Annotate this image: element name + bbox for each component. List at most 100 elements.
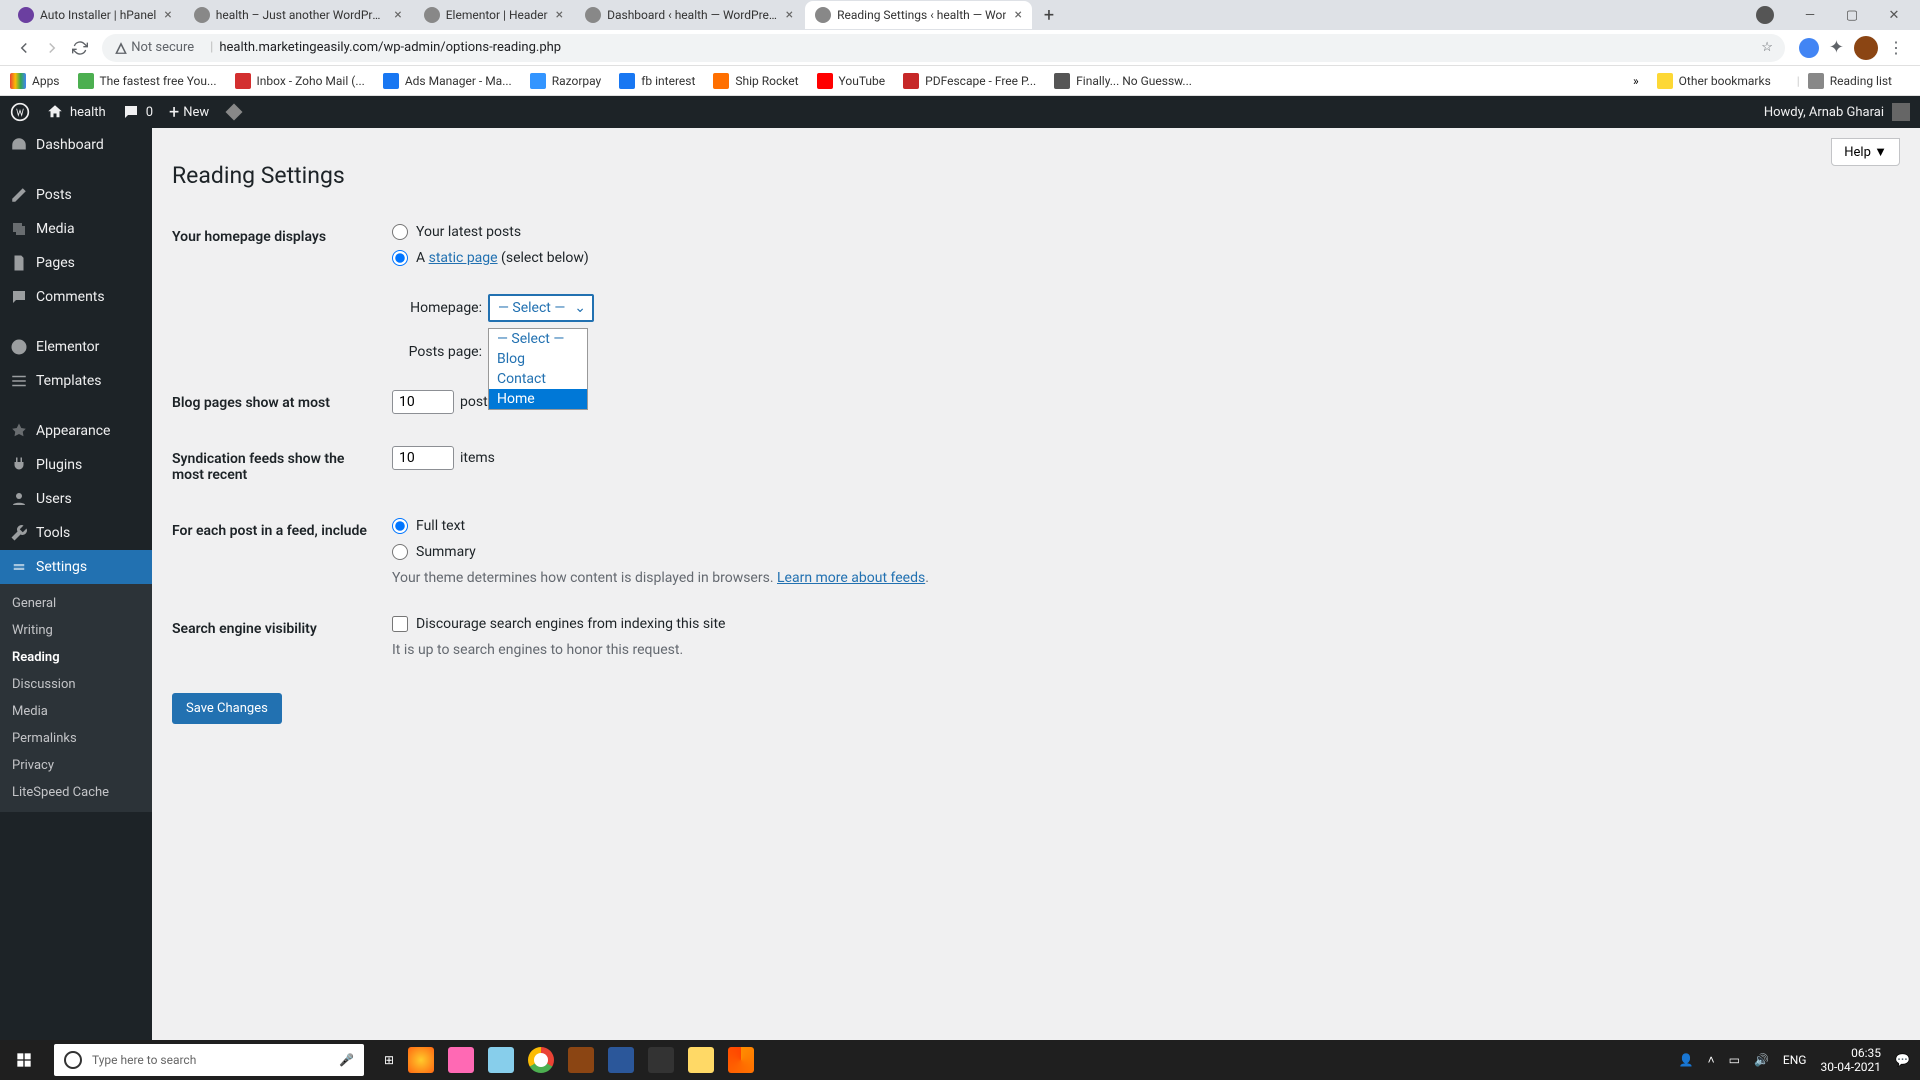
tab-hpanel[interactable]: Auto Installer | hPanel× [8, 1, 182, 29]
radio-static-page[interactable] [392, 250, 408, 266]
menu-templates[interactable]: Templates [0, 364, 152, 398]
extensions-button[interactable]: ✦ [1829, 37, 1844, 58]
syndication-input[interactable] [392, 446, 454, 470]
menu-appearance[interactable]: Appearance [0, 414, 152, 448]
bookmark-item[interactable]: Ship Rocket [713, 73, 798, 89]
close-icon[interactable]: × [394, 7, 401, 23]
app-icon[interactable] [568, 1047, 594, 1073]
submenu-reading[interactable]: Reading [0, 644, 152, 671]
back-button[interactable] [10, 34, 38, 62]
submenu-permalinks[interactable]: Permalinks [0, 725, 152, 752]
mic-icon[interactable]: 🎤 [339, 1053, 354, 1067]
menu-media[interactable]: Media [0, 212, 152, 246]
howdy-user[interactable]: Howdy, Arnab Gharai [1764, 105, 1884, 120]
forward-button[interactable] [38, 34, 66, 62]
tab-health-site[interactable]: health – Just another WordPress× [184, 1, 412, 29]
tab-elementor[interactable]: Elementor | Header× [414, 1, 573, 29]
option-blog[interactable]: Blog [489, 349, 587, 369]
discourage-checkbox[interactable] [392, 616, 408, 632]
bookmark-item[interactable]: fb interest [619, 73, 695, 89]
profile-avatar[interactable] [1854, 36, 1878, 60]
menu-users[interactable]: Users [0, 482, 152, 516]
option-select[interactable]: — Select — [489, 329, 587, 349]
people-icon[interactable]: 👤 [1679, 1053, 1694, 1067]
bookmark-item[interactable]: PDFescape - Free P... [903, 73, 1036, 89]
address-bar[interactable]: Not secure | health.marketingeasily.com/… [102, 34, 1785, 62]
notifications-icon[interactable]: 💬 [1895, 1053, 1910, 1067]
task-view-icon[interactable]: ⊞ [384, 1053, 394, 1067]
menu-tools[interactable]: Tools [0, 516, 152, 550]
bookmark-item[interactable]: Razorpay [530, 73, 602, 89]
reload-button[interactable] [66, 34, 94, 62]
explorer-icon[interactable] [688, 1047, 714, 1073]
static-page-link[interactable]: static page [429, 250, 498, 266]
site-name-link[interactable]: health [46, 103, 106, 121]
app-icon[interactable] [488, 1047, 514, 1073]
submenu-litespeed[interactable]: LiteSpeed Cache [0, 779, 152, 806]
submenu-media[interactable]: Media [0, 698, 152, 725]
bookmark-item[interactable]: The fastest free You... [78, 73, 217, 89]
kebab-menu-icon[interactable]: ⋮ [1888, 38, 1904, 57]
comments-link[interactable]: 0 [122, 103, 153, 121]
app-icon[interactable] [448, 1047, 474, 1073]
menu-posts[interactable]: Posts [0, 178, 152, 212]
option-home[interactable]: Home [489, 389, 587, 409]
firefox-icon[interactable] [408, 1047, 434, 1073]
menu-elementor[interactable]: Elementor [0, 330, 152, 364]
chrome-icon[interactable] [528, 1047, 554, 1073]
bookmark-item[interactable]: Ads Manager - Ma... [383, 73, 512, 89]
close-icon[interactable]: × [556, 7, 563, 23]
bookmark-item[interactable]: YouTube [817, 73, 886, 89]
other-bookmarks[interactable]: Other bookmarks [1657, 73, 1771, 89]
tab-dashboard[interactable]: Dashboard ‹ health — WordPress× [575, 1, 803, 29]
close-icon[interactable]: × [1014, 7, 1021, 23]
star-icon[interactable]: ☆ [1761, 40, 1773, 55]
close-window-button[interactable]: ✕ [1876, 0, 1912, 30]
speaker-icon[interactable]: 🔊 [1754, 1053, 1769, 1067]
battery-icon[interactable]: ▭ [1729, 1053, 1740, 1067]
help-tab[interactable]: Help ▼ [1831, 138, 1900, 166]
radio-summary[interactable] [392, 544, 408, 560]
taskbar-search[interactable]: Type here to search🎤 [54, 1044, 364, 1076]
calculator-icon[interactable] [648, 1047, 674, 1073]
menu-pages[interactable]: Pages [0, 246, 152, 280]
maximize-button[interactable]: ▢ [1834, 0, 1870, 30]
cache-link[interactable] [225, 103, 243, 121]
word-icon[interactable] [608, 1047, 634, 1073]
bookmark-icon [1054, 73, 1070, 89]
submenu-writing[interactable]: Writing [0, 617, 152, 644]
start-button[interactable] [0, 1052, 48, 1068]
menu-plugins[interactable]: Plugins [0, 448, 152, 482]
close-icon[interactable]: × [786, 7, 793, 23]
reading-list[interactable]: Reading list [1808, 73, 1892, 89]
menu-settings[interactable]: Settings [0, 550, 152, 584]
menu-comments[interactable]: Comments [0, 280, 152, 314]
tray-chevron-icon[interactable]: ˄ [1708, 1053, 1715, 1067]
submenu-privacy[interactable]: Privacy [0, 752, 152, 779]
option-contact[interactable]: Contact [489, 369, 587, 389]
wp-logo[interactable] [10, 102, 30, 122]
blog-pages-input[interactable] [392, 390, 454, 414]
minimize-button[interactable]: — [1792, 0, 1828, 30]
new-content-link[interactable]: +New [169, 102, 209, 123]
close-icon[interactable]: × [164, 7, 171, 23]
radio-full-text[interactable] [392, 518, 408, 534]
menu-dashboard[interactable]: Dashboard [0, 128, 152, 162]
learn-feeds-link[interactable]: Learn more about feeds [777, 570, 925, 586]
homepage-select[interactable]: — Select — [488, 294, 594, 322]
system-clock[interactable]: 06:3530-04-2021 [1820, 1046, 1881, 1075]
save-changes-button[interactable]: Save Changes [172, 693, 282, 724]
language-indicator[interactable]: ENG [1783, 1053, 1807, 1067]
extension-icon[interactable] [1799, 38, 1819, 58]
bookmark-apps[interactable]: Apps [10, 73, 60, 89]
bookmark-item[interactable]: Inbox - Zoho Mail (... [235, 73, 365, 89]
submenu-general[interactable]: General [0, 590, 152, 617]
new-tab-button[interactable]: + [1034, 5, 1064, 26]
tab-reading-settings[interactable]: Reading Settings ‹ health — Wor× [805, 1, 1032, 29]
submenu-discussion[interactable]: Discussion [0, 671, 152, 698]
bookmark-item[interactable]: Finally... No Guessw... [1054, 73, 1192, 89]
bookmark-overflow[interactable]: » [1633, 74, 1639, 88]
tab-search-icon[interactable] [1756, 6, 1774, 24]
radio-latest-posts[interactable] [392, 224, 408, 240]
vlc-icon[interactable] [728, 1047, 754, 1073]
